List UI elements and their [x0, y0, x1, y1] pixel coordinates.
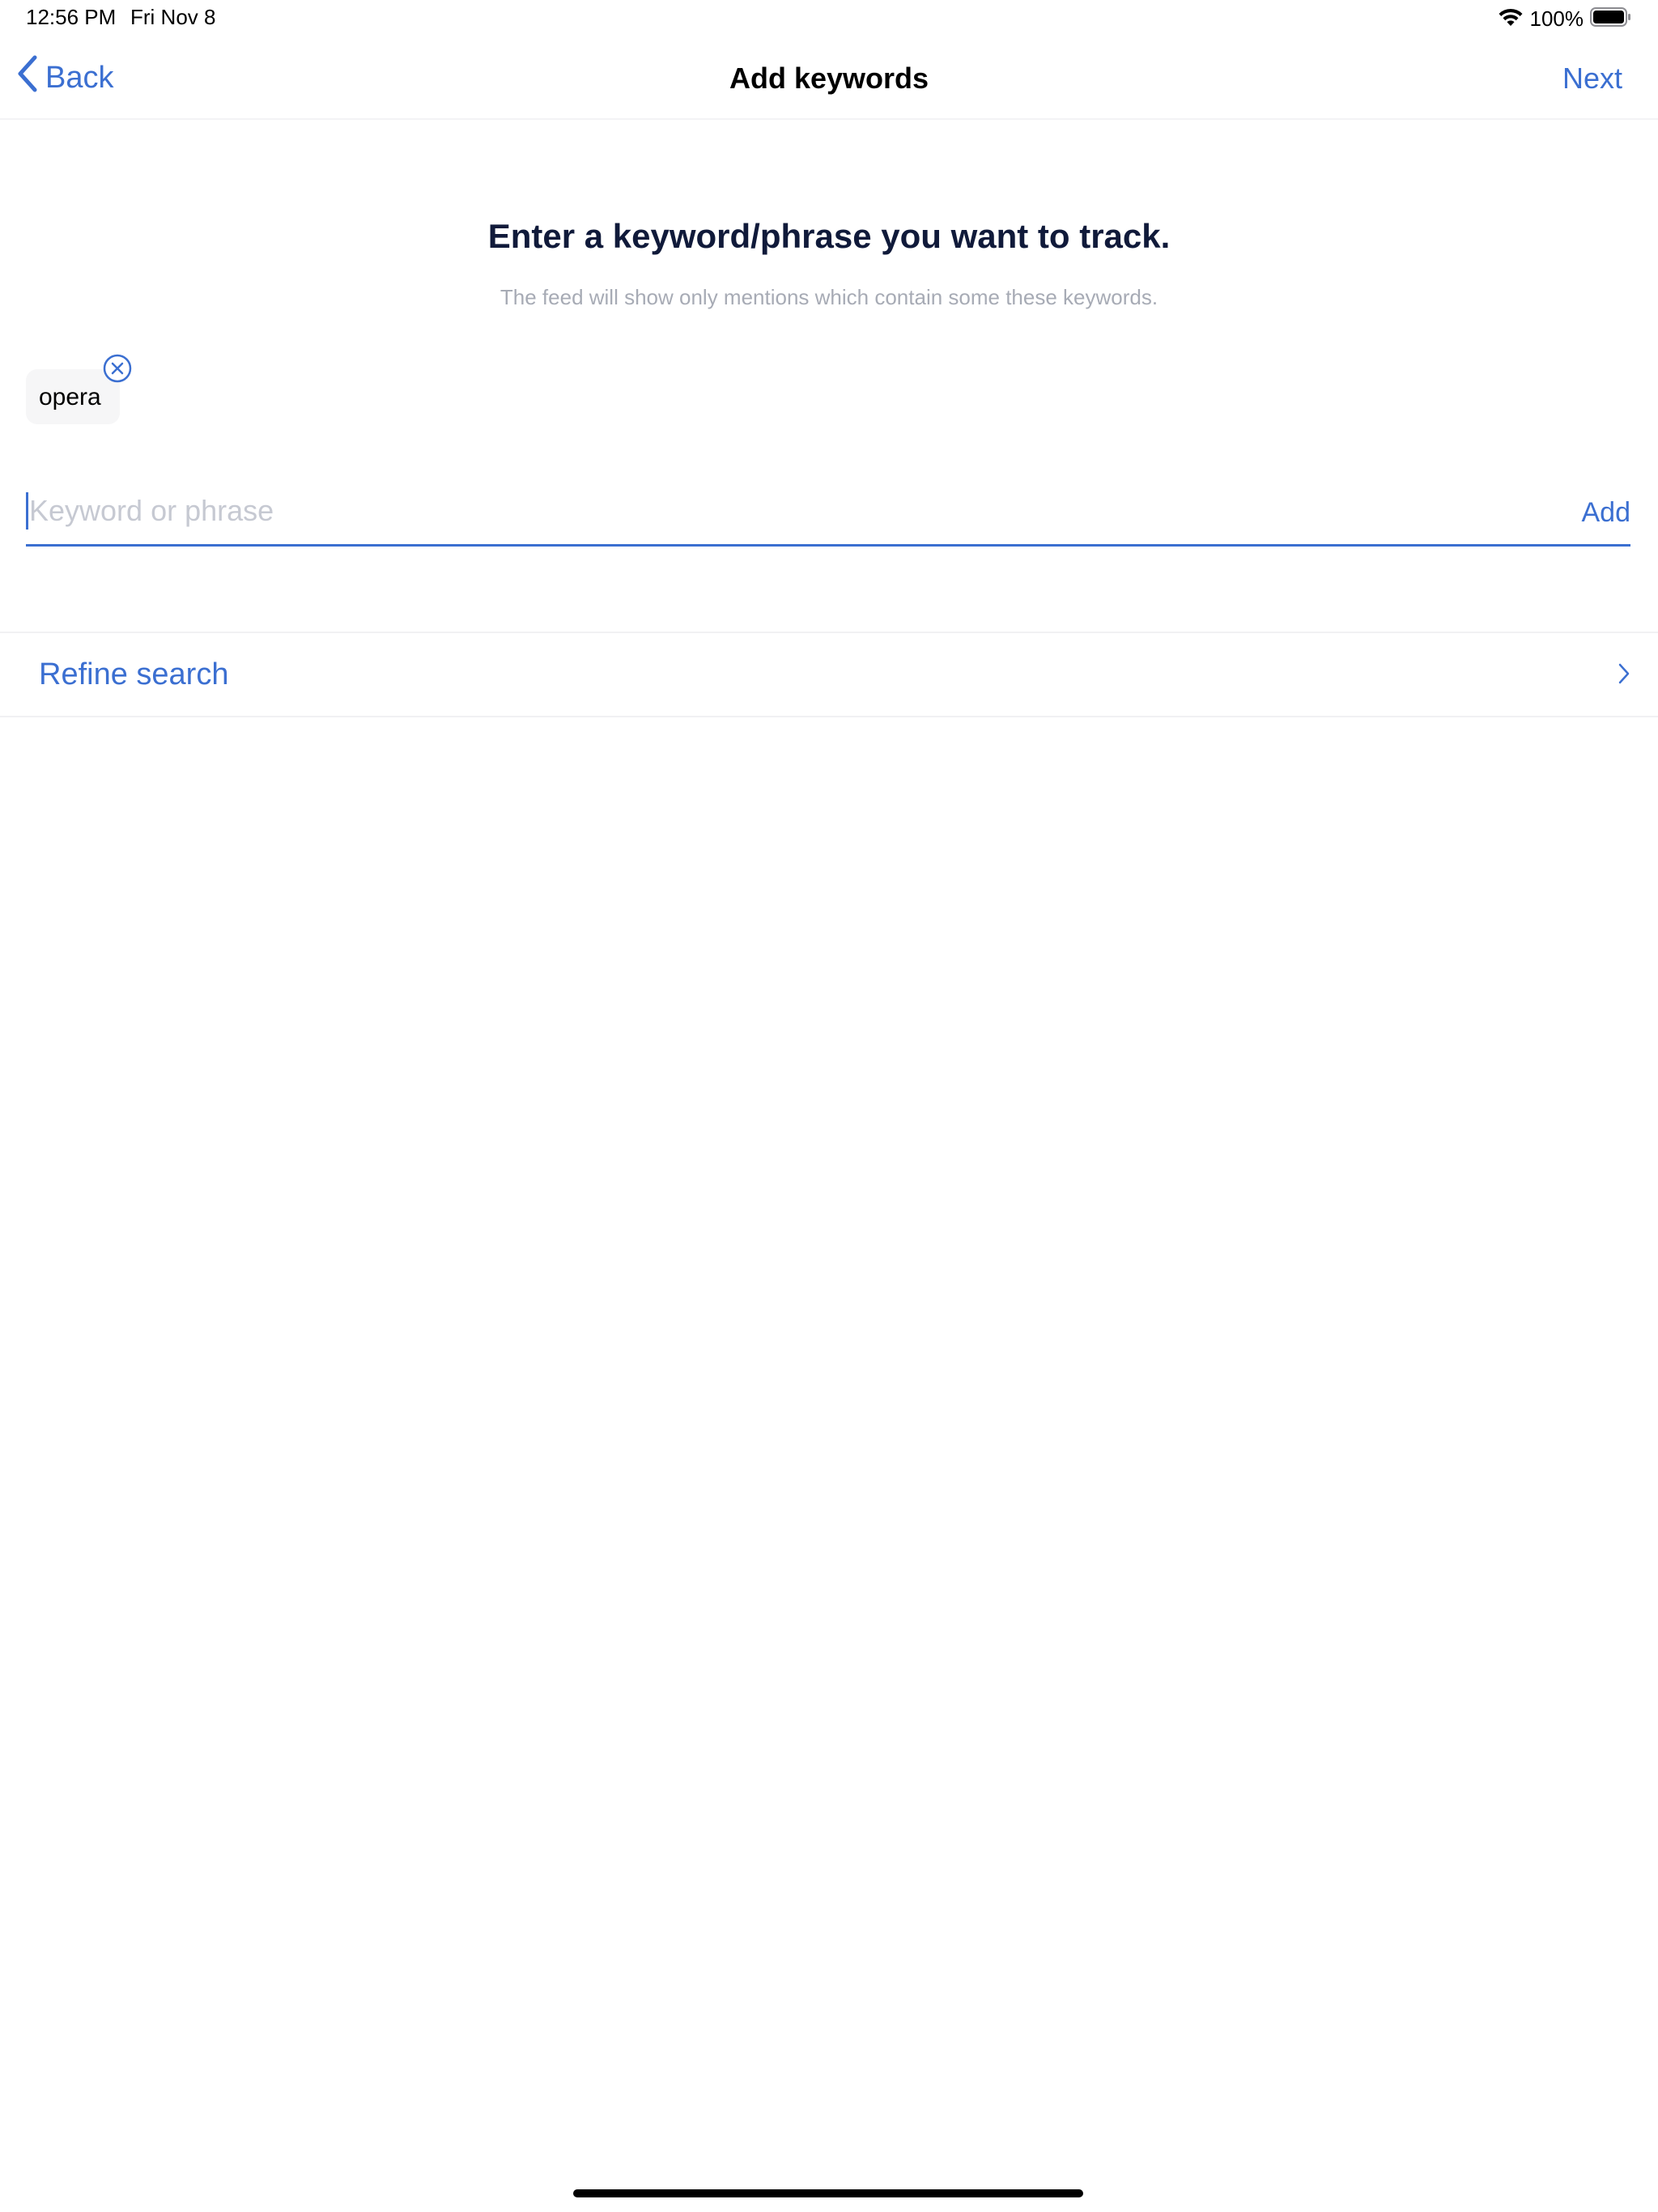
next-button[interactable]: Next [1562, 62, 1622, 96]
instruction-subheading: The feed will show only mentions which c… [500, 285, 1158, 309]
home-indicator[interactable] [573, 2189, 1083, 2197]
remove-keyword-icon[interactable] [102, 353, 133, 384]
refine-search-row[interactable]: Refine search [0, 632, 1658, 717]
instruction-heading: Enter a keyword/phrase you want to track… [487, 217, 1171, 255]
chevron-right-icon [1618, 662, 1630, 689]
text-caret [26, 492, 28, 530]
add-keyword-button[interactable]: Add [1582, 497, 1631, 529]
battery-full-icon [1590, 6, 1632, 32]
refine-search-label: Refine search [39, 657, 229, 691]
add-keywords-screen: 12:56 PM Fri Nov 8 100% Back Add keyword… [0, 0, 1658, 2212]
status-indicators: 100% [1498, 5, 1633, 32]
battery-percent: 100% [1529, 6, 1584, 31]
wifi-icon [1498, 6, 1524, 32]
navigation-bar: Back Add keywords Next [0, 37, 1658, 120]
keyword-chip-label: opera [39, 384, 101, 410]
status-bar: 12:56 PM Fri Nov 8 100% [0, 0, 1658, 37]
keyword-input[interactable] [29, 489, 1486, 533]
page-title: Add keywords [729, 62, 929, 95]
keyword-input-row: Add [26, 483, 1630, 547]
status-time: 12:56 PM [26, 5, 117, 29]
status-date: Fri Nov 8 [130, 5, 216, 29]
